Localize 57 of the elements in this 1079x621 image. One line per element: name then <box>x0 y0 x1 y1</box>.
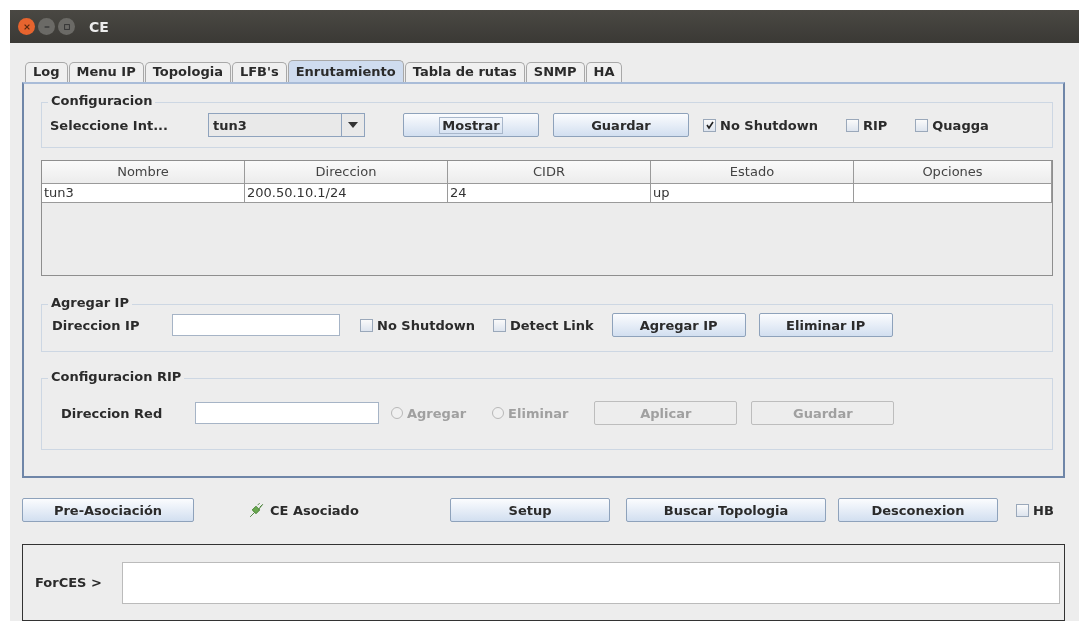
tab[interactable]: Tabla de rutas <box>404 62 525 82</box>
tab[interactable]: Enrutamiento <box>287 60 404 82</box>
group-title: Configuracion RIP <box>48 369 185 384</box>
minimize-button[interactable] <box>38 18 55 35</box>
table-cell: 200.50.10.1/24 <box>245 184 448 203</box>
table-cell: 24 <box>448 184 651 203</box>
checkbox[interactable] <box>915 118 929 132</box>
ip-field[interactable] <box>172 314 340 336</box>
button[interactable]: Desconexion <box>838 498 998 522</box>
column-header[interactable]: Opciones <box>854 161 1052 184</box>
command-field[interactable] <box>122 561 1060 604</box>
status-text: CE Asociado <box>270 502 359 518</box>
table-cell: up <box>651 184 854 203</box>
field-label: Seleccione Int... <box>50 117 169 133</box>
maximize-button[interactable] <box>58 18 75 35</box>
interface-dropdown[interactable]: tun3 <box>208 113 365 137</box>
maximize-icon <box>62 22 71 31</box>
checkbox-label[interactable]: No Shutdown <box>720 117 818 133</box>
close-button[interactable] <box>18 18 35 35</box>
column-header[interactable]: Nombre <box>42 161 245 184</box>
button[interactable]: Pre-Asociación <box>22 498 194 522</box>
tab[interactable]: SNMP <box>525 62 585 82</box>
close-icon <box>22 22 31 31</box>
column-header[interactable]: Estado <box>651 161 854 184</box>
button[interactable]: Agregar IP <box>611 313 746 337</box>
plug-icon <box>248 501 265 519</box>
checkbox-label[interactable]: RIP <box>862 117 888 133</box>
checkbox[interactable] <box>845 118 859 132</box>
column-header[interactable]: Direccion <box>245 161 448 184</box>
field-label: Direccion IP <box>52 317 141 333</box>
button[interactable]: Eliminar IP <box>758 313 893 337</box>
checkbox[interactable] <box>492 318 506 332</box>
tab[interactable]: LFB's <box>231 62 287 82</box>
tab[interactable]: Menu IP <box>68 62 144 82</box>
checkbox[interactable] <box>1016 503 1029 517</box>
tab[interactable]: Log <box>25 62 68 82</box>
console-prompt: ForCES > <box>35 575 103 590</box>
checkbox-label[interactable]: Quagga <box>932 117 989 133</box>
button[interactable]: Buscar Topologia <box>626 498 826 522</box>
checkbox-label[interactable]: No Shutdown <box>377 317 475 333</box>
column-header[interactable]: CIDR <box>448 161 651 184</box>
button[interactable]: Setup <box>450 498 610 522</box>
button[interactable]: Guardar <box>553 113 689 137</box>
network-field[interactable] <box>195 402 379 424</box>
tab[interactable]: HA <box>585 62 623 82</box>
checkbox-label[interactable]: HB <box>1033 502 1054 518</box>
checkbox-label[interactable]: Detect Link <box>509 317 594 333</box>
checkbox[interactable] <box>360 318 373 332</box>
checkbox[interactable] <box>703 118 716 132</box>
button[interactable]: Mostrar <box>403 113 539 137</box>
group-title: Configuracion <box>48 93 156 108</box>
table-cell: tun3 <box>42 184 245 203</box>
tab[interactable]: Topologia <box>144 62 231 82</box>
window-title: CE <box>89 18 109 35</box>
dropdown-arrow-icon[interactable] <box>348 122 358 128</box>
field-label: Direccion Red <box>61 405 164 421</box>
group-title: Agregar IP <box>48 295 132 310</box>
